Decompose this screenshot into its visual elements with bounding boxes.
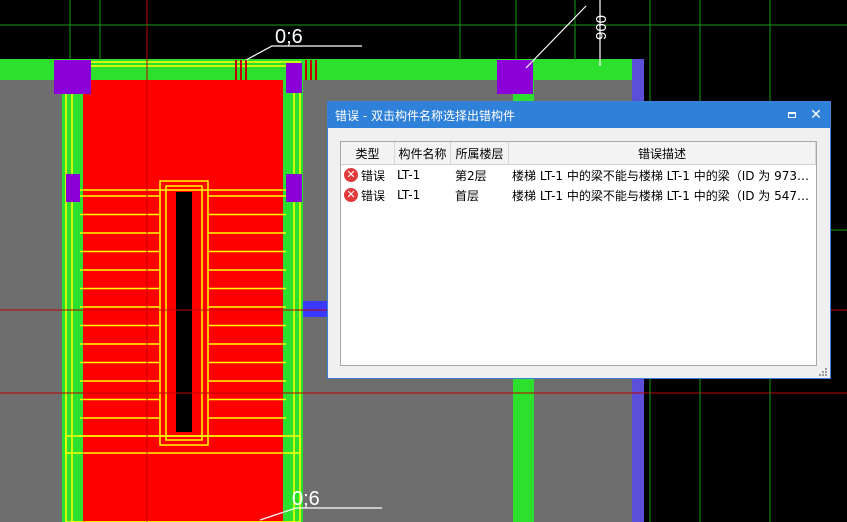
column-header-type[interactable]: 类型 xyxy=(341,142,395,164)
slab-left xyxy=(0,80,62,522)
beam-stub xyxy=(303,301,327,317)
row-desc: 楼梯 LT-1 中的梁不能与楼梯 LT-1 中的梁（ID 为 5470... xyxy=(512,188,816,203)
row-floor: 首层 xyxy=(455,188,480,203)
row-name[interactable]: LT-1 xyxy=(395,168,451,182)
row-desc: 楼梯 LT-1 中的梁不能与楼梯 LT-1 中的梁（ID 为 9737... xyxy=(512,168,816,183)
row-type: 错误 xyxy=(361,168,386,183)
column-header-desc[interactable]: 错误描述 xyxy=(509,142,816,164)
close-button[interactable]: ✕ xyxy=(804,102,828,128)
error-circle-icon: ✕ xyxy=(344,168,358,182)
error-table[interactable]: 类型 构件名称 所属楼层 错误描述 ✕ 错误 LT-1 第2层 楼梯 LT-1 … xyxy=(340,141,817,366)
dimension-label-bottom: 0;6 xyxy=(292,488,320,510)
column-header-name[interactable]: 构件名称 xyxy=(395,142,451,164)
table-header: 类型 构件名称 所属楼层 错误描述 xyxy=(341,142,816,165)
error-dialog[interactable]: 错误 - 双击构件名称选择出错构件 ✕ 类型 构件名称 所属楼层 错误描述 ✕ … xyxy=(327,101,831,379)
table-row[interactable]: ✕ 错误 LT-1 第2层 楼梯 LT-1 中的梁不能与楼梯 LT-1 中的梁（… xyxy=(341,165,816,185)
resize-grip-icon[interactable] xyxy=(819,368,827,376)
maximize-button[interactable] xyxy=(780,102,804,128)
dimension-label-right: 900 xyxy=(593,15,610,40)
dialog-titlebar[interactable]: 错误 - 双击构件名称选择出错构件 ✕ xyxy=(328,102,830,128)
dialog-title: 错误 - 双击构件名称选择出错构件 xyxy=(335,108,515,123)
maximize-icon xyxy=(788,112,796,118)
column-header-floor[interactable]: 所属楼层 xyxy=(451,142,509,164)
row-floor: 第2层 xyxy=(455,168,487,183)
row-name[interactable]: LT-1 xyxy=(395,188,451,202)
table-row[interactable]: ✕ 错误 LT-1 首层 楼梯 LT-1 中的梁不能与楼梯 LT-1 中的梁（I… xyxy=(341,185,816,205)
error-circle-icon: ✕ xyxy=(344,188,358,202)
stair-well xyxy=(176,192,192,432)
close-icon: ✕ xyxy=(810,107,822,123)
dimension-label-top: 0;6 xyxy=(275,26,303,48)
row-type: 错误 xyxy=(361,188,386,203)
